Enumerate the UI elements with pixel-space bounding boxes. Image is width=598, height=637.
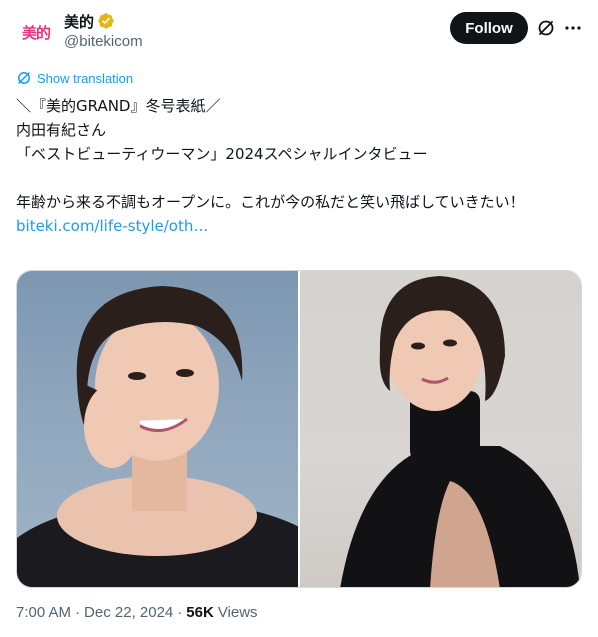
views-count: 56K [186,604,214,621]
verified-badge-icon[interactable] [97,12,115,30]
tweet-line-2: 内田有紀さん [16,121,107,139]
tweet-card: 美的 美的 @bitekicom Follow Show translation [0,0,598,637]
translate-icon [18,72,30,84]
tweet-line-4: 年齢から来る不調もオープンに。これが今の私だと笑い飛ばしていきたい！ [16,193,525,211]
tweet-link[interactable]: biteki.com/life-style/oth… [16,214,582,238]
show-translation-label: Show translation [37,70,134,86]
author-block: 美的 @bitekicom [64,11,143,51]
follow-button[interactable]: Follow [450,12,528,44]
more-icon[interactable] [563,18,583,38]
tweet-line-3: 「ベストビューティウーマン」2024スペシャルインタビュー [16,145,428,163]
display-name[interactable]: 美的 [64,11,94,32]
meta-separator: · [177,604,183,621]
views-label: Views [217,604,258,621]
avatar-logo-text: 美的 [21,23,51,42]
photo-2[interactable] [300,271,581,587]
photo-2-illustration [340,276,580,587]
tweet-date[interactable]: Dec 22, 2024 [84,604,173,621]
photo-1-illustration [17,286,298,587]
tweet-line-1: ＼『美的GRAND』冬号表紙／ [16,97,221,115]
tweet-line-blank [16,166,582,190]
handle[interactable]: @bitekicom [64,33,143,50]
tweet-time[interactable]: 7:00 AM [16,604,71,621]
tweet-meta: 7:00 AM · Dec 22, 2024 · 56K Views [16,604,258,621]
show-translation-link[interactable]: Show translation [16,70,133,86]
tweet-text: ＼『美的GRAND』冬号表紙／ 内田有紀さん 「ベストビューティウーマン」202… [16,94,582,238]
media-grid [16,270,582,588]
grok-icon[interactable] [536,18,556,38]
meta-separator: · [75,604,81,621]
avatar[interactable]: 美的 [16,12,56,52]
photo-1[interactable] [17,271,300,587]
